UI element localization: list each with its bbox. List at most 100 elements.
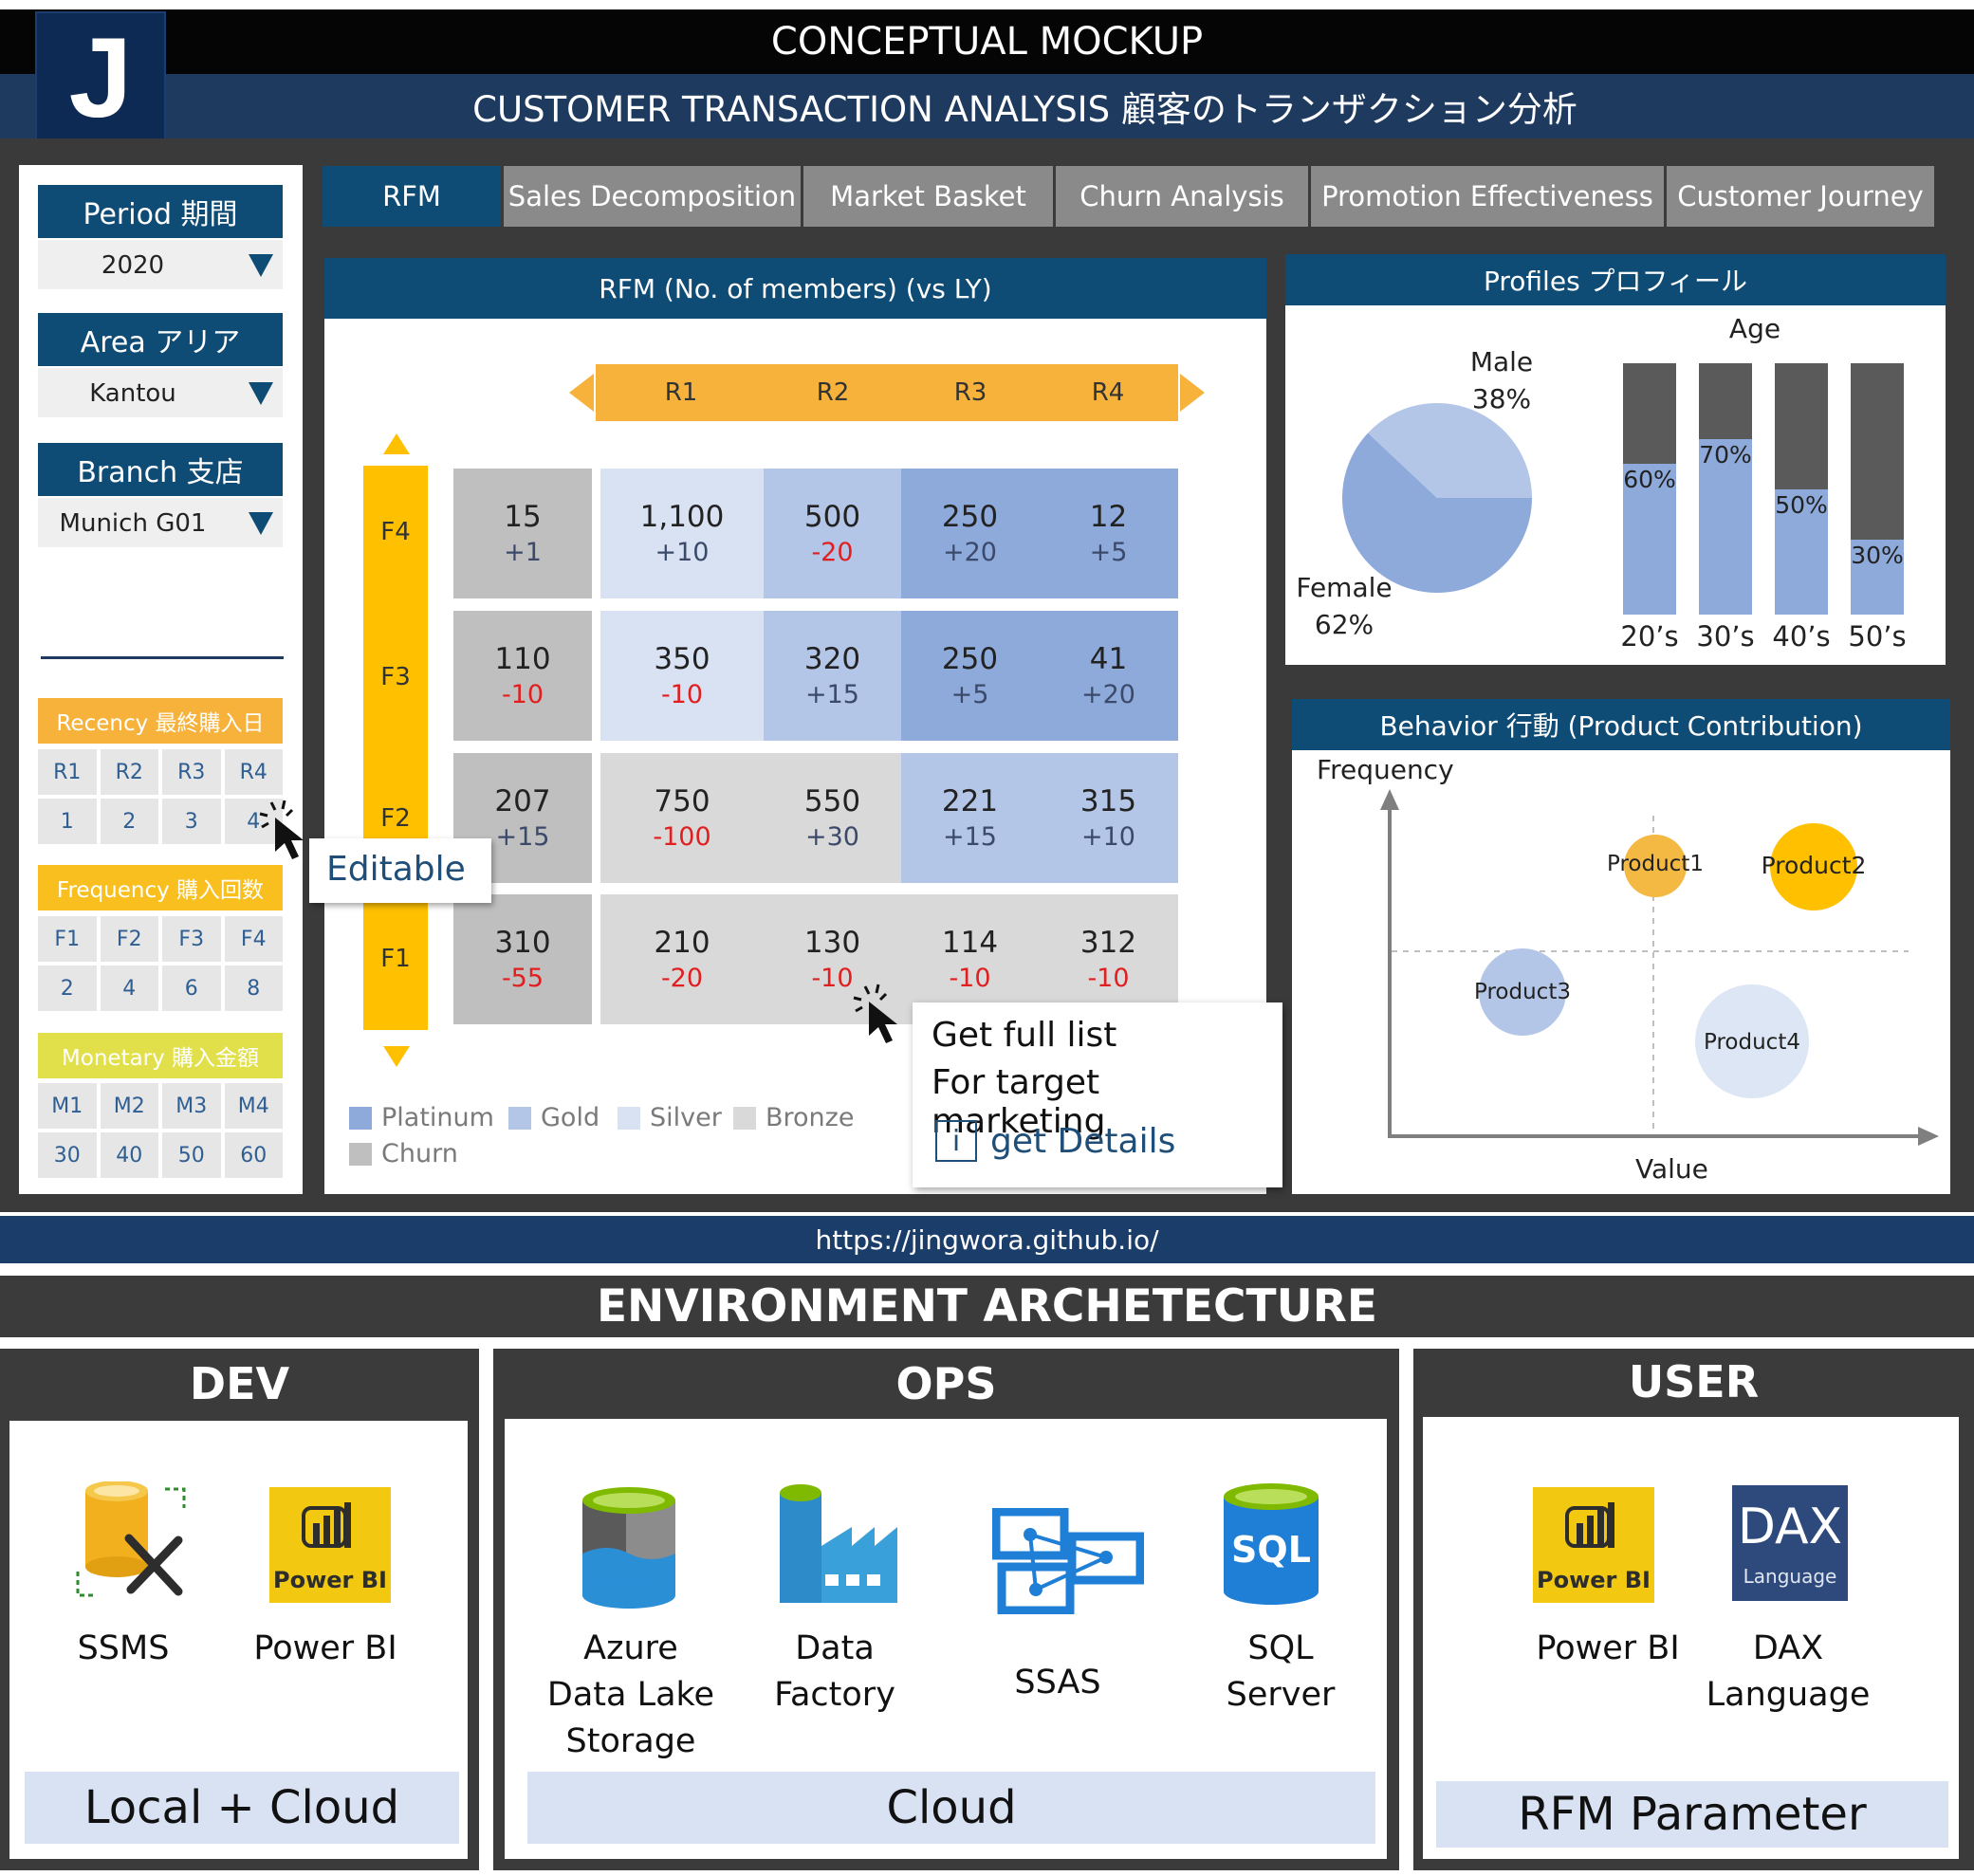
r-label: R3	[953, 378, 987, 407]
rfm-cell-count: 41	[1089, 641, 1128, 676]
arrow-left-icon	[569, 374, 594, 412]
tab-market-basket[interactable]: Market Basket	[803, 166, 1053, 227]
environment-title: ENVIRONMENT ARCHETECTURE	[596, 1280, 1378, 1333]
f-label: F1	[380, 945, 411, 973]
frequency-header-cell: F3	[162, 916, 221, 962]
tool-label-ssas: SSAS	[1014, 1664, 1101, 1701]
editable-callout-text: Editable	[326, 850, 466, 889]
chevron-down-icon[interactable]	[249, 382, 273, 405]
tool-label-powerbi: Power BI	[1536, 1629, 1680, 1667]
tab-promotion-effectiveness[interactable]: Promotion Effectiveness	[1311, 166, 1664, 227]
tab-customer-journey[interactable]: Customer Journey	[1667, 166, 1934, 227]
rfm-cell[interactable]: 320 +15	[764, 611, 901, 741]
rfm-cell-delta: +15	[805, 680, 859, 710]
monetary-value-input[interactable]: 30	[38, 1132, 97, 1178]
rfm-cell[interactable]: 221 +15	[901, 753, 1039, 883]
recency-value-input[interactable]: 1	[38, 799, 97, 844]
branch-dropdown[interactable]: Munich G01	[38, 498, 283, 547]
header-subtitle-bar: CUSTOMER TRANSACTION ANALYSIS 顧客のトランザクショ…	[0, 74, 1974, 138]
ssas-icon	[992, 1508, 1144, 1614]
f-label: F2	[380, 804, 411, 833]
recency-value-input[interactable]: 3	[162, 799, 221, 844]
rfm-cell[interactable]: 500 -20	[764, 469, 901, 598]
dev-section-footer: Local + Cloud	[25, 1772, 459, 1844]
rfm-legend: Platinum Gold Silver Bronze Churn	[349, 1103, 880, 1179]
frequency-value-input[interactable]: 4	[100, 966, 158, 1011]
get-details-text[interactable]: get Details	[990, 1122, 1175, 1161]
legend-label: Platinum	[381, 1103, 494, 1132]
powerbi-icon-text: Power BI	[1537, 1567, 1651, 1593]
rfm-cell[interactable]: 315 +10	[1039, 753, 1178, 883]
rfm-cell[interactable]: 310 -55	[453, 894, 592, 1024]
tab-sales-decomposition[interactable]: Sales Decomposition	[504, 166, 801, 227]
rfm-cell[interactable]: 12 +5	[1039, 469, 1178, 598]
rfm-cell-delta: +5	[1089, 538, 1128, 568]
branch-filter-header: Branch 支店	[38, 443, 283, 496]
frequency-header-cell: F1	[38, 916, 97, 962]
legend-item-bronze: Bronze	[733, 1103, 854, 1132]
frequency-header: Frequency 購入回数	[38, 865, 283, 910]
monetary-label: Monetary 購入金額	[61, 1046, 260, 1071]
rfm-cell[interactable]: 750 -100	[600, 753, 764, 883]
monetary-value-input[interactable]: 60	[224, 1132, 283, 1178]
monetary-value-input[interactable]: 50	[162, 1132, 221, 1178]
rfm-cell-delta: +10	[1081, 822, 1135, 853]
dax-icon-text: DAX	[1737, 1499, 1843, 1555]
legend-label: Silver	[650, 1103, 722, 1132]
area-filter-header: Area アリア	[38, 313, 283, 366]
area-dropdown[interactable]: Kantou	[38, 368, 283, 417]
monetary-grid: M1 M2 M3 M4 30 40 50 60	[38, 1083, 283, 1178]
period-filter-header: Period 期間	[38, 185, 283, 238]
recency-value-input[interactable]: 2	[100, 799, 158, 844]
frequency-value-input[interactable]: 8	[224, 966, 283, 1011]
rfm-panel-title: RFM (No. of members) (vs LY)	[599, 272, 992, 304]
rfm-cell-count: 550	[803, 783, 861, 818]
logo: J	[35, 11, 166, 144]
period-dropdown[interactable]: 2020	[38, 240, 283, 289]
rfm-cell[interactable]: 1,100 +10	[600, 469, 764, 598]
arrow-up-icon	[383, 433, 410, 454]
monetary-header-cell: M2	[100, 1083, 158, 1129]
chevron-down-icon[interactable]	[249, 512, 273, 535]
recency-header-cell: R3	[162, 749, 221, 795]
tool-label-powerbi: Power BI	[253, 1629, 397, 1667]
arrow-right-icon	[1918, 1127, 1939, 1146]
rfm-cell[interactable]: 210 -20	[600, 894, 764, 1024]
monetary-value-input[interactable]: 40	[100, 1132, 158, 1178]
rfm-cell-count: 500	[803, 499, 861, 534]
rfm-cell[interactable]: 41 +20	[1039, 611, 1178, 741]
tab-rfm[interactable]: RFM	[323, 166, 501, 227]
frequency-value-input[interactable]: 2	[38, 966, 97, 1011]
environment-header: ENVIRONMENT ARCHETECTURE	[0, 1276, 1974, 1337]
rfm-cell-count: 110	[494, 641, 551, 676]
page-subtitle: CUSTOMER TRANSACTION ANALYSIS 顧客のトランザクショ…	[472, 89, 1577, 130]
rfm-cell[interactable]: 15 +1	[453, 469, 592, 598]
age-bar-label: 20’s	[1620, 620, 1679, 653]
rfm-cell[interactable]: 550 +30	[764, 753, 901, 883]
frequency-header-cell: F2	[100, 916, 158, 962]
page-title: CONCEPTUAL MOCKUP	[770, 20, 1204, 64]
legend-item-platinum: Platinum	[349, 1103, 494, 1132]
footer-url-link[interactable]: https://jingwora.github.io/	[815, 1224, 1158, 1256]
frequency-header-cell: F4	[224, 916, 283, 962]
tab-churn-analysis[interactable]: Churn Analysis	[1056, 166, 1308, 227]
rfm-cell[interactable]: 110 -10	[453, 611, 592, 741]
rfm-cell[interactable]: 350 -10	[600, 611, 764, 741]
rfm-cell[interactable]: 250 +20	[901, 469, 1039, 598]
behavior-panel-title: Behavior 行動 (Product Contribution)	[1379, 710, 1863, 742]
rfm-cell[interactable]: 250 +5	[901, 611, 1039, 741]
get-details-link[interactable]: i get Details	[935, 1120, 1175, 1162]
age-chart-title: Age	[1728, 313, 1781, 344]
rfm-cell-delta: +30	[805, 822, 859, 853]
rfm-cell-delta: -10	[949, 964, 991, 994]
recency-header-cell: R2	[100, 749, 158, 795]
rfm-cell-delta: +5	[950, 680, 989, 710]
chevron-down-icon[interactable]	[249, 254, 273, 277]
age-bar-percent: 70%	[1699, 440, 1752, 469]
callout-line1: Get full list	[932, 1016, 1117, 1055]
user-section-title: USER	[1628, 1356, 1760, 1407]
rfm-cell-count: 130	[803, 925, 861, 960]
legend-item-silver: Silver	[618, 1103, 722, 1132]
legend-swatch	[349, 1106, 372, 1130]
frequency-value-input[interactable]: 6	[162, 966, 221, 1011]
